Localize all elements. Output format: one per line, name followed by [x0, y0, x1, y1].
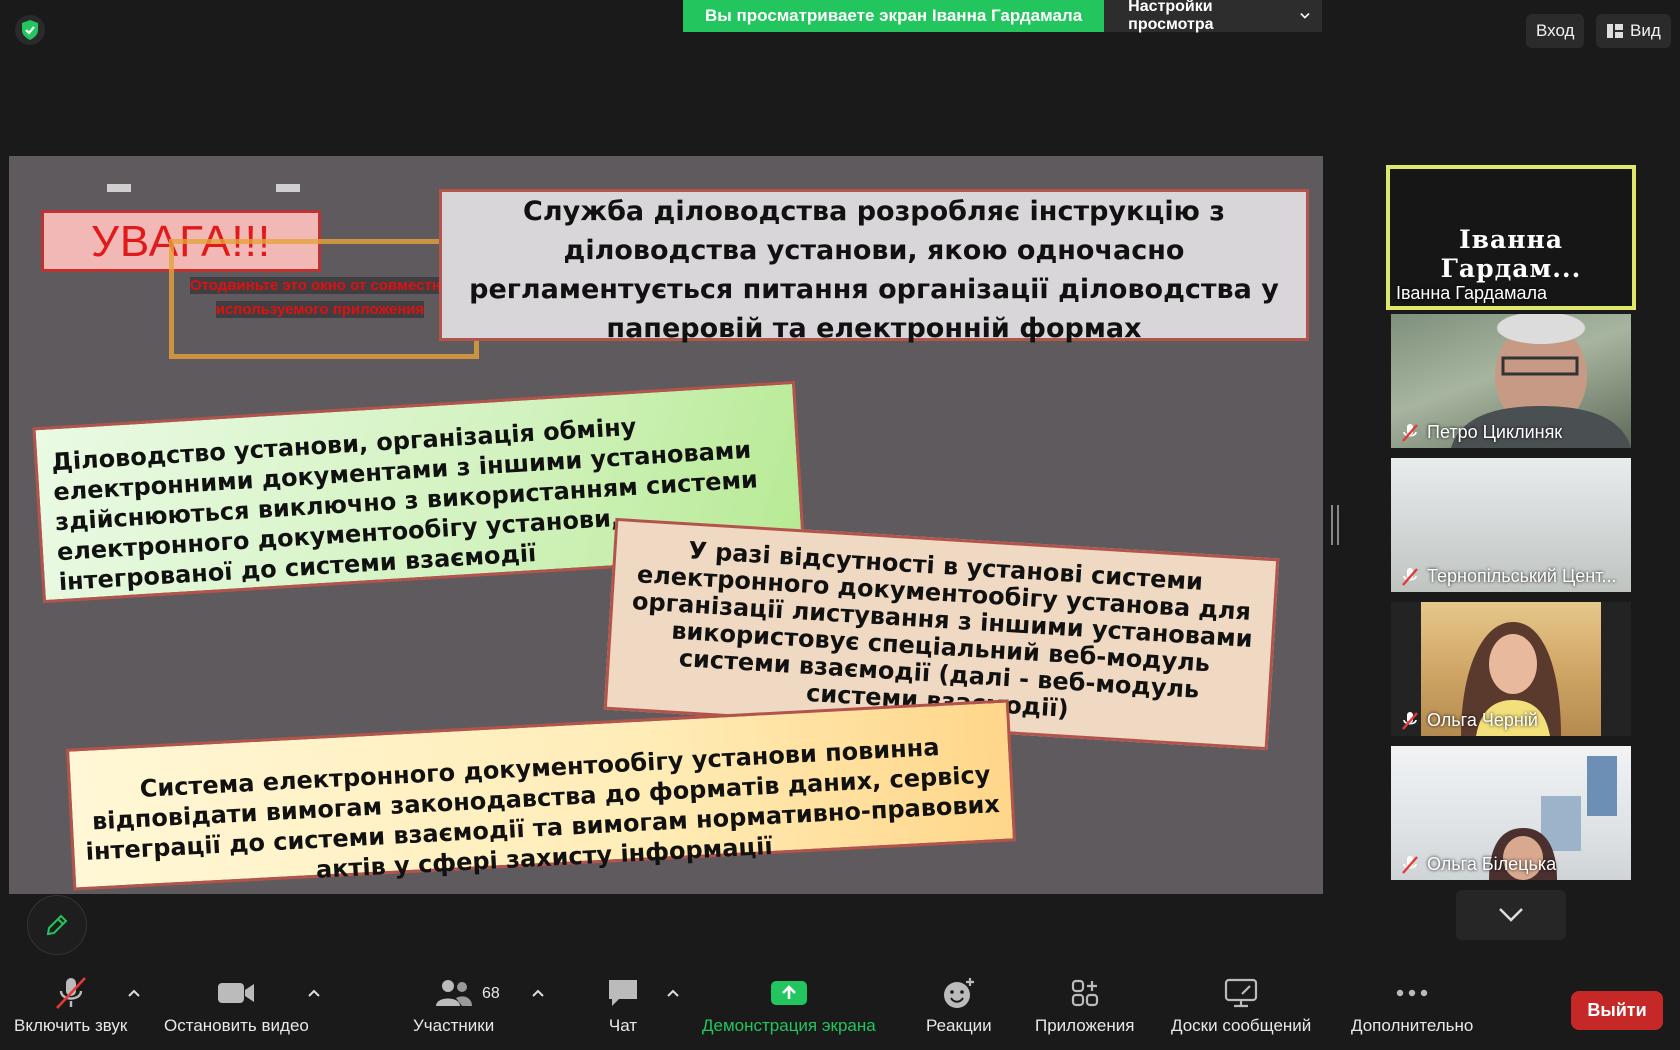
muted-mic-icon	[1402, 423, 1418, 442]
view-options-label: Настройки просмотра	[1128, 0, 1214, 33]
pencil-icon	[46, 914, 68, 936]
unmute-button[interactable]: Включить звук	[14, 976, 127, 1046]
participant-tile[interactable]: Ольга Черній	[1391, 602, 1631, 736]
participant-label: Ольга Білецька	[1401, 854, 1556, 875]
participant-name: Ольга Білецька	[1427, 854, 1557, 874]
stop-video-label: Остановить видео	[164, 1016, 309, 1035]
participant-name-large: Іванна Гардам...	[1440, 225, 1582, 283]
reactions-button[interactable]: Реакции	[926, 976, 992, 1046]
screen-share-banner: Вы просматриваете экран Іванна Гардамала…	[683, 0, 1323, 33]
participant-label: Петро Циклиняк	[1401, 422, 1562, 443]
share-screen-label: Демонстрация экрана	[702, 1016, 876, 1035]
shared-screen[interactable]: УВАГА!!! Отодвиньте это окно от совместн…	[9, 156, 1323, 894]
more-label: Дополнительно	[1351, 1016, 1474, 1035]
view-options-dropdown[interactable]: Настройки просмотра	[1104, 0, 1323, 33]
more-button[interactable]: Дополнительно	[1351, 976, 1473, 1046]
more-dots-icon	[1395, 976, 1429, 1010]
slide-text-box-4: Система електронного документообігу уста…	[65, 699, 1017, 891]
overlay-line-2: используемого приложения	[215, 301, 425, 318]
stop-video-button[interactable]: Остановить видео	[164, 976, 309, 1046]
overlay-line-1: Отодвиньте это окно от совместно	[189, 277, 451, 294]
participant-name: Петро Циклиняк	[1427, 422, 1563, 442]
annotate-button[interactable]	[27, 895, 87, 955]
participant-tile-active-speaker[interactable]: Іванна Гардам... Іванна Гардамала	[1386, 165, 1636, 310]
share-screen-button[interactable]: Демонстрация экрана	[702, 976, 876, 1046]
participant-tile[interactable]: Ольга Білецька	[1391, 746, 1631, 880]
security-shield-icon[interactable]	[14, 14, 46, 46]
participant-tile[interactable]: Тернопільський Цент...	[1391, 458, 1631, 592]
participants-icon	[434, 976, 474, 1010]
login-label: Вход	[1536, 21, 1575, 40]
slide-decoration	[107, 184, 131, 192]
share-screen-icon	[770, 976, 808, 1010]
muted-mic-icon	[1402, 855, 1418, 874]
video-camera-icon	[217, 976, 255, 1010]
participant-tile[interactable]: Петро Циклиняк	[1391, 314, 1631, 448]
panel-resize-handle[interactable]	[1331, 505, 1339, 545]
video-options-caret-icon[interactable]	[306, 986, 322, 1002]
participant-name: Іванна Гардамала	[1396, 283, 1548, 303]
whiteboard-icon	[1224, 976, 1258, 1010]
apps-button[interactable]: Приложения	[1035, 976, 1134, 1046]
chat-button[interactable]: Чат	[606, 976, 640, 1046]
chat-options-caret-icon[interactable]	[665, 986, 681, 1002]
muted-mic-icon	[1402, 711, 1418, 730]
view-layout-icon	[1607, 24, 1623, 38]
emoji-plus-icon	[942, 976, 976, 1010]
slide-decoration	[276, 184, 300, 192]
muted-mic-icon	[53, 976, 89, 1010]
chevron-down-icon	[1300, 12, 1310, 19]
chat-label: Чат	[608, 1016, 638, 1035]
slide-text-box-1: Служба діловодства розробляє інструкцію …	[439, 189, 1309, 344]
muted-mic-icon	[1402, 567, 1418, 586]
audio-options-caret-icon[interactable]	[126, 986, 142, 1002]
participants-options-caret-icon[interactable]	[530, 986, 546, 1002]
whiteboards-label: Доски сообщений	[1171, 1016, 1312, 1035]
view-button[interactable]: Вид	[1596, 14, 1671, 48]
participant-name: Ольга Черній	[1427, 710, 1538, 730]
participant-label: Ольга Черній	[1401, 710, 1538, 731]
reactions-label: Реакции	[926, 1016, 992, 1035]
apps-label: Приложения	[1035, 1016, 1135, 1035]
participant-count-badge: 68	[482, 985, 500, 1002]
whiteboards-button[interactable]: Доски сообщений	[1171, 976, 1311, 1046]
login-button[interactable]: Вход	[1526, 14, 1585, 48]
view-label: Вид	[1630, 21, 1661, 40]
participants-label: Участники	[413, 1016, 495, 1035]
leave-button[interactable]: Выйти	[1571, 991, 1663, 1030]
chevron-down-icon	[1499, 908, 1523, 922]
chat-bubble-icon	[606, 976, 640, 1010]
viewing-screen-label: Вы просматриваете экран Іванна Гардамала	[683, 0, 1105, 32]
scroll-participants-down-button[interactable]	[1456, 890, 1566, 940]
overlay-warning-text: Отодвиньте это окно от совместно использ…	[174, 274, 466, 322]
participant-name: Тернопільський Цент...	[1427, 566, 1617, 586]
unmute-label: Включить звук	[14, 1016, 128, 1035]
apps-icon	[1070, 976, 1100, 1010]
participant-label: Тернопільський Цент...	[1401, 566, 1616, 587]
